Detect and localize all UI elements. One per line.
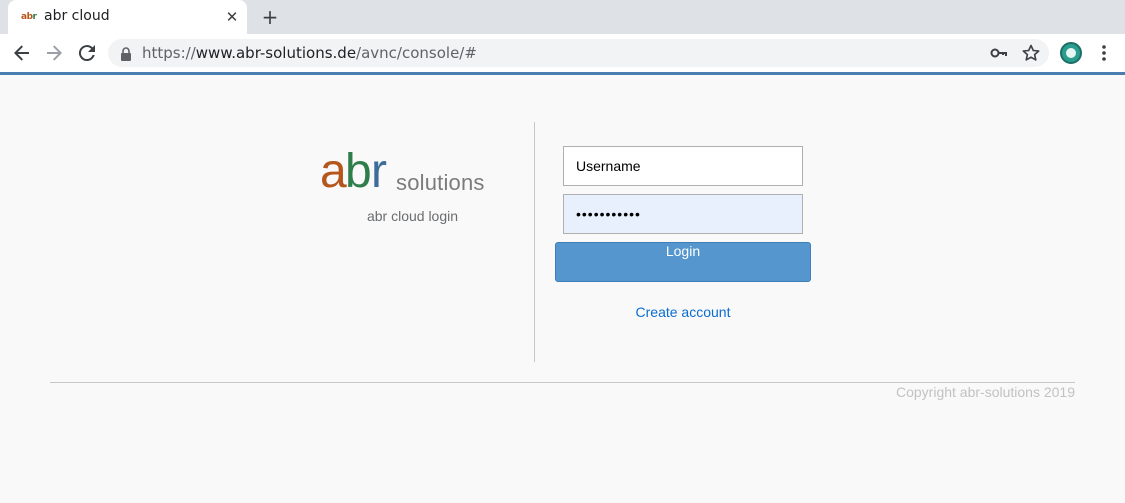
key-icon[interactable]: [989, 43, 1009, 63]
back-icon[interactable]: [10, 41, 34, 65]
menu-icon[interactable]: [1094, 42, 1114, 64]
star-icon[interactable]: [1021, 43, 1041, 63]
copyright-text: Copyright abr-solutions 2019: [896, 384, 1075, 400]
address-bar[interactable]: https://www.abr-solutions.de/avnc/consol…: [108, 39, 1049, 67]
abr-solutions-logo: a b r solutions: [320, 145, 485, 198]
login-button[interactable]: Login: [555, 242, 811, 282]
footer-divider: [50, 382, 1075, 383]
reload-icon[interactable]: [75, 41, 99, 65]
extension-icon[interactable]: [1060, 42, 1082, 64]
browser-toolbar: https://www.abr-solutions.de/avnc/consol…: [0, 34, 1125, 72]
browser-tab-active[interactable]: abr abr cloud ✕: [8, 0, 247, 34]
password-input[interactable]: •••••••••••: [563, 194, 803, 234]
forward-icon[interactable]: [42, 41, 66, 65]
create-account-link[interactable]: Create account: [555, 304, 811, 320]
tab-strip: abr abr cloud ✕ +: [0, 0, 1125, 34]
vertical-divider: [534, 122, 535, 362]
tab-close-icon[interactable]: ✕: [222, 7, 242, 27]
url-text[interactable]: https://www.abr-solutions.de/avnc/consol…: [142, 44, 477, 62]
favicon-icon: abr: [21, 12, 37, 22]
tab-title: abr cloud: [44, 8, 110, 24]
new-tab-button[interactable]: +: [259, 6, 281, 28]
lock-icon[interactable]: [120, 46, 132, 61]
login-subtitle: abr cloud login: [366, 208, 459, 224]
accent-bar: [0, 72, 1125, 75]
username-input[interactable]: Username: [563, 146, 803, 186]
